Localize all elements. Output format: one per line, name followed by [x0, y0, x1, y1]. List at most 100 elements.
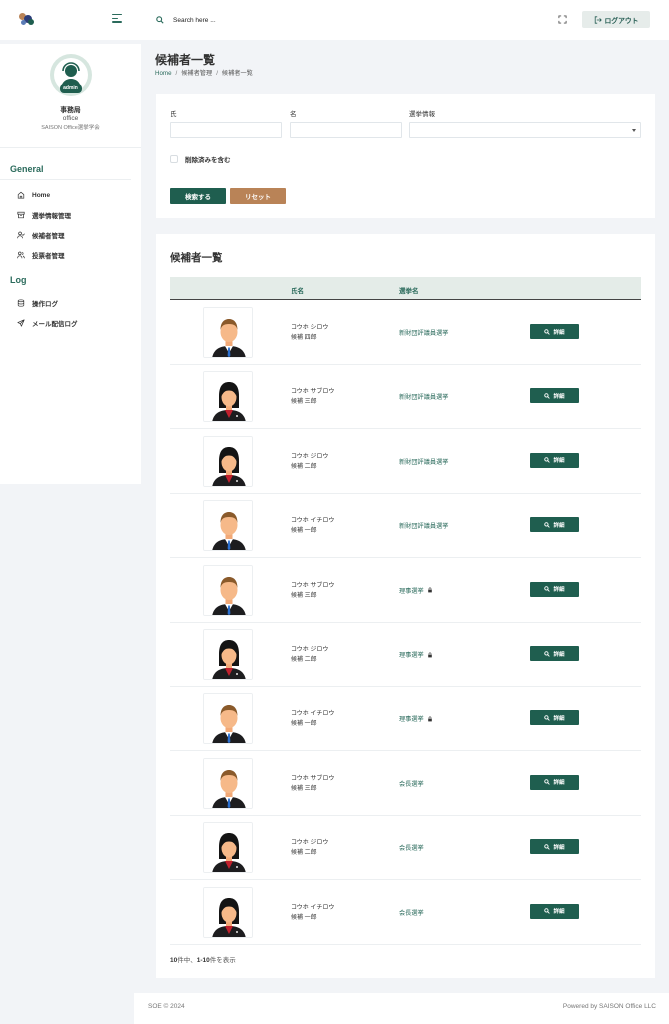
candidate-election[interactable]: 会長選挙 [399, 908, 424, 917]
breadcrumb-home[interactable]: Home [155, 70, 172, 77]
detail-button[interactable]: 詳細 [530, 710, 579, 726]
menu-toggle-icon[interactable] [112, 14, 122, 24]
candidate-photo [203, 307, 253, 358]
detail-button[interactable]: 詳細 [530, 581, 579, 597]
candidate-photo [203, 822, 253, 874]
candidate-kana: コウホ イチロウ [291, 711, 335, 718]
candidate-kana: コウホ ジロウ [291, 453, 329, 460]
sidebar-item-operation-log[interactable]: 操作ログ [0, 293, 141, 313]
last-name-field[interactable] [170, 122, 282, 138]
candidate-election[interactable]: 新財団評議員選挙 [399, 457, 449, 466]
candidate-photo [203, 564, 253, 616]
candidate-name-cell: コウホ ジロウ 候補 二郎 [291, 452, 328, 472]
candidate-name-cell: コウホ ジロウ 候補 二郎 [291, 838, 328, 858]
user-profile: admin 事務局 office SAISON Office選挙学会 [0, 44, 141, 148]
role-badge: admin [59, 84, 82, 93]
breadcrumb: Home / 候補者管理 / 候補者一覧 [155, 70, 253, 77]
lock-icon [427, 716, 432, 722]
pager-range: 1-10 [196, 957, 210, 964]
candidate-kana: コウホ シロウ [291, 325, 329, 331]
sidebar-item-elections[interactable]: 選挙情報管理 [0, 205, 141, 225]
nav-section-log: Log [10, 275, 27, 285]
column-header-election: 選挙名 [399, 288, 419, 295]
detail-button[interactable]: 詳細 [530, 324, 579, 339]
footer: SOE © 2024 Powered by SAISON Office LLC [134, 993, 669, 1024]
logout-icon [594, 15, 602, 24]
breadcrumb-candidates[interactable]: 候補者管理 [181, 70, 212, 77]
candidate-election[interactable]: 会長選挙 [399, 843, 424, 852]
detail-button[interactable]: 詳細 [530, 517, 579, 533]
election-name: 新財団評議員選挙 [399, 458, 449, 466]
breadcrumb-current: 候補者一覧 [221, 70, 253, 77]
sidebar: admin 事務局 office SAISON Office選挙学会 Gener… [0, 44, 141, 484]
candidate-name: 候補 四郎 [291, 335, 317, 341]
detail-label: 詳細 [553, 329, 565, 336]
candidate-election[interactable]: 会長選挙 [399, 779, 424, 788]
footer-copyright: SOE © 2024 [148, 1003, 185, 1010]
sidebar-item-voters[interactable]: 投票者管理 [0, 245, 141, 265]
search-icon [544, 779, 551, 786]
candidate-name: 候補 三郎 [291, 785, 317, 792]
detail-label: 詳細 [553, 780, 565, 787]
election-name: 会長選挙 [399, 909, 424, 917]
logout-button[interactable]: ログアウト [582, 11, 650, 28]
fullscreen-icon[interactable] [558, 15, 567, 24]
candidate-election[interactable]: 理事選挙 [399, 650, 433, 659]
detail-button[interactable]: 詳細 [530, 646, 579, 661]
sidebar-item-candidates[interactable]: 候補者管理 [0, 225, 141, 245]
search-icon [544, 715, 551, 721]
detail-button[interactable]: 詳細 [530, 388, 579, 404]
search-icon [544, 586, 551, 592]
first-name-field[interactable] [290, 122, 402, 138]
sidebar-item-label: 操作ログ [32, 301, 58, 308]
send-icon [17, 319, 25, 327]
candidate-kana: コウホ サブロウ [291, 582, 335, 589]
candidate-election[interactable]: 新財団評議員選挙 [399, 521, 449, 530]
candidate-name: 候補 三郎 [291, 399, 317, 406]
sidebar-item-label: 選挙情報管理 [32, 213, 71, 220]
candidate-name-cell: コウホ イチロウ 候補 一郎 [291, 709, 334, 729]
candidate-election[interactable]: 理事選挙 [399, 586, 433, 595]
detail-button[interactable]: 詳細 [530, 903, 579, 919]
filter-card: 氏 名 選挙情報 削除済みを含む 検索する リセット [156, 94, 655, 218]
search-button[interactable]: 検索する [170, 188, 226, 204]
candidate-election[interactable]: 理事選挙 [399, 714, 433, 723]
table-row: コウホ シロウ 候補 四郎 新財団評議員選挙 詳細 [170, 301, 641, 365]
archive-icon [17, 211, 25, 219]
search-icon [156, 16, 164, 24]
candidate-kana: コウホ サブロウ [291, 775, 335, 782]
candidate-name: 候補 一郎 [291, 528, 317, 535]
lock-icon [427, 651, 432, 657]
detail-label: 詳細 [553, 393, 565, 400]
election-label: 選挙情報 [409, 111, 435, 118]
search-input[interactable] [173, 16, 293, 24]
reset-button[interactable]: リセット [230, 188, 286, 204]
detail-label: 詳細 [553, 844, 565, 851]
nav-section-general: General [0, 164, 131, 180]
table-header: 氏名 選挙名 [170, 277, 641, 300]
detail-button[interactable]: 詳細 [530, 452, 579, 468]
election-name: 新財団評議員選挙 [399, 330, 449, 337]
table-row: コウホ ジロウ 候補 二郎 会長選挙 詳細 [170, 816, 641, 881]
sidebar-item-mail-log[interactable]: メール配信ログ [0, 313, 141, 333]
sidebar-item-label: 候補者管理 [32, 233, 65, 240]
candidate-photo [203, 435, 253, 487]
detail-button[interactable]: 詳細 [530, 839, 579, 855]
app-logo[interactable] [19, 13, 35, 27]
candidate-name: 候補 二郎 [291, 850, 317, 857]
include-deleted-checkbox-row[interactable]: 削除済みを含む [170, 154, 231, 164]
users-icon [17, 251, 25, 259]
election-select[interactable] [409, 122, 641, 138]
detail-label: 詳細 [553, 522, 565, 529]
include-deleted-checkbox[interactable] [170, 155, 178, 163]
candidate-election[interactable]: 新財団評議員選挙 [399, 328, 449, 337]
sidebar-item-home[interactable]: Home [0, 185, 141, 205]
candidate-name-cell: コウホ サブロウ 候補 三郎 [291, 774, 334, 794]
candidate-name: 候補 三郎 [291, 592, 317, 599]
user-organization: SAISON Office選挙学会 [41, 125, 100, 131]
election-name: 会長選挙 [399, 780, 424, 788]
detail-button[interactable]: 詳細 [530, 774, 579, 790]
database-icon [17, 299, 25, 307]
table-row: コウホ イチロウ 候補 一郎 新財団評議員選挙 詳細 [170, 494, 641, 559]
candidate-election[interactable]: 新財団評議員選挙 [399, 392, 449, 401]
